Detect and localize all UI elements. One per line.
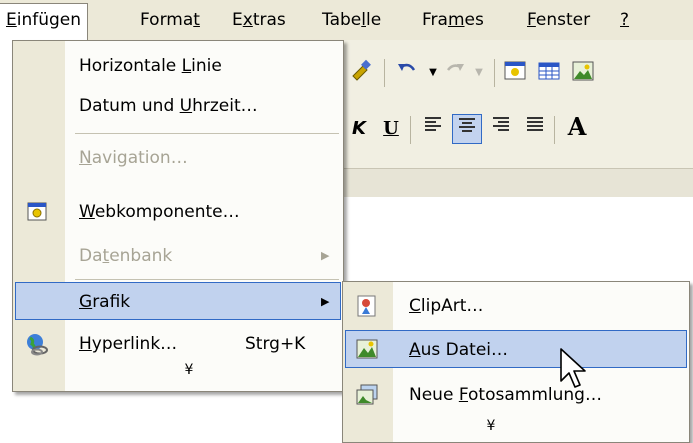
submenu-arrow-icon: ▶ xyxy=(321,295,330,308)
menu-item-horizontale-linie[interactable]: Horizontale Linie xyxy=(15,47,339,85)
menu-separator xyxy=(75,279,339,280)
menu-einfuegen[interactable]: Einfügen xyxy=(0,3,89,40)
menu-item-datenbank: Datenbank ▶ xyxy=(15,237,339,275)
submenu-arrow-icon: ▶ xyxy=(321,249,330,262)
menu-item-shortcut: Strg+K xyxy=(245,334,306,354)
menu-item-navigation: Navigation… xyxy=(15,139,339,177)
menu-item-webkomponente[interactable]: Webkomponente… xyxy=(15,193,339,231)
align-right-icon[interactable] xyxy=(486,114,516,144)
menu-einfuegen-label: Einfügen xyxy=(6,10,82,30)
ruler xyxy=(340,168,693,198)
picture-from-file-icon xyxy=(355,337,379,361)
menu-tabelle-label: Tabelle xyxy=(322,10,382,30)
menu-frames[interactable]: Frames xyxy=(416,4,490,36)
align-left-icon[interactable] xyxy=(418,114,448,144)
toolbar-row-standard: ▼ ▼ xyxy=(340,48,693,98)
menu-item-label: Aus Datei… xyxy=(409,340,509,360)
menu-fenster-label: Fenster xyxy=(527,10,591,30)
menu-item-datum-und-uhrzeit[interactable]: Datum und Uhrzeit… xyxy=(15,87,339,125)
menu-frames-label: Frames xyxy=(422,10,484,30)
toolbar-row-formatting: K U A xyxy=(340,110,693,160)
toolbar-separator xyxy=(384,59,385,87)
menu-help-label: ? xyxy=(620,10,630,30)
menu-format[interactable]: Format xyxy=(134,4,206,36)
mouse-cursor-icon xyxy=(560,348,586,388)
justify-icon[interactable] xyxy=(520,114,550,144)
italic-button[interactable]: K xyxy=(344,114,374,144)
menu-item-label: Datum und Uhrzeit… xyxy=(79,96,258,116)
menu-item-label: Webkomponente… xyxy=(79,202,240,222)
toolbar-area: ▼ ▼ K U A xyxy=(340,40,693,168)
expand-menu-chevron-icon[interactable]: ¥ xyxy=(177,362,201,378)
menu-item-aus-datei[interactable]: Aus Datei… xyxy=(345,330,687,368)
underline-button[interactable]: U xyxy=(376,114,406,144)
align-center-icon[interactable] xyxy=(452,114,482,144)
toolbar-separator xyxy=(410,116,411,144)
insert-table-icon[interactable] xyxy=(534,58,564,88)
menu-bar: Einfügen Format Extras Tabelle Frames Fe… xyxy=(0,0,693,40)
menu-separator xyxy=(75,133,339,134)
clipart-icon xyxy=(355,294,379,318)
left-edge xyxy=(0,40,12,441)
einfuegen-menu: Horizontale Linie Datum und Uhrzeit… Nav… xyxy=(12,40,344,392)
menu-item-label: Navigation… xyxy=(79,148,188,168)
menu-extras[interactable]: Extras xyxy=(226,4,292,36)
menu-item-label: ClipArt… xyxy=(409,296,484,316)
menu-item-label: Hyperlink… xyxy=(79,334,178,354)
grafik-submenu: ClipArt… Aus Datei… Neue Fotosammlung… ¥ xyxy=(342,281,690,443)
photo-gallery-icon xyxy=(355,383,379,407)
redo-dropdown-icon[interactable]: ▼ xyxy=(464,58,494,88)
toolbar-separator xyxy=(494,59,495,87)
web-component-icon xyxy=(25,200,49,224)
insert-component-icon[interactable] xyxy=(500,58,530,88)
insert-picture-icon[interactable] xyxy=(568,58,598,88)
menu-item-hyperlink[interactable]: Hyperlink… Strg+K xyxy=(15,325,339,363)
menu-item-label: Datenbank xyxy=(79,246,173,266)
expand-menu-chevron-icon[interactable]: ¥ xyxy=(479,418,503,434)
grow-font-button[interactable]: A xyxy=(562,112,592,142)
menu-extras-label: Extras xyxy=(232,10,286,30)
menu-tabelle[interactable]: Tabelle xyxy=(316,4,387,36)
menu-help[interactable]: ? xyxy=(614,4,635,36)
menu-item-neue-fotosammlung[interactable]: Neue Fotosammlung… xyxy=(345,376,685,414)
menu-item-grafik[interactable]: Grafik ▶ xyxy=(15,282,341,320)
menu-item-label: Grafik xyxy=(79,292,131,312)
menu-item-label: Horizontale Linie xyxy=(79,56,222,76)
menu-item-clipart[interactable]: ClipArt… xyxy=(345,287,685,325)
menu-format-label: Format xyxy=(140,10,200,30)
toolbar-separator xyxy=(554,116,555,144)
hyperlink-globe-icon xyxy=(25,332,49,356)
menu-fenster[interactable]: Fenster xyxy=(521,4,596,36)
format-painter-icon[interactable] xyxy=(346,58,376,88)
